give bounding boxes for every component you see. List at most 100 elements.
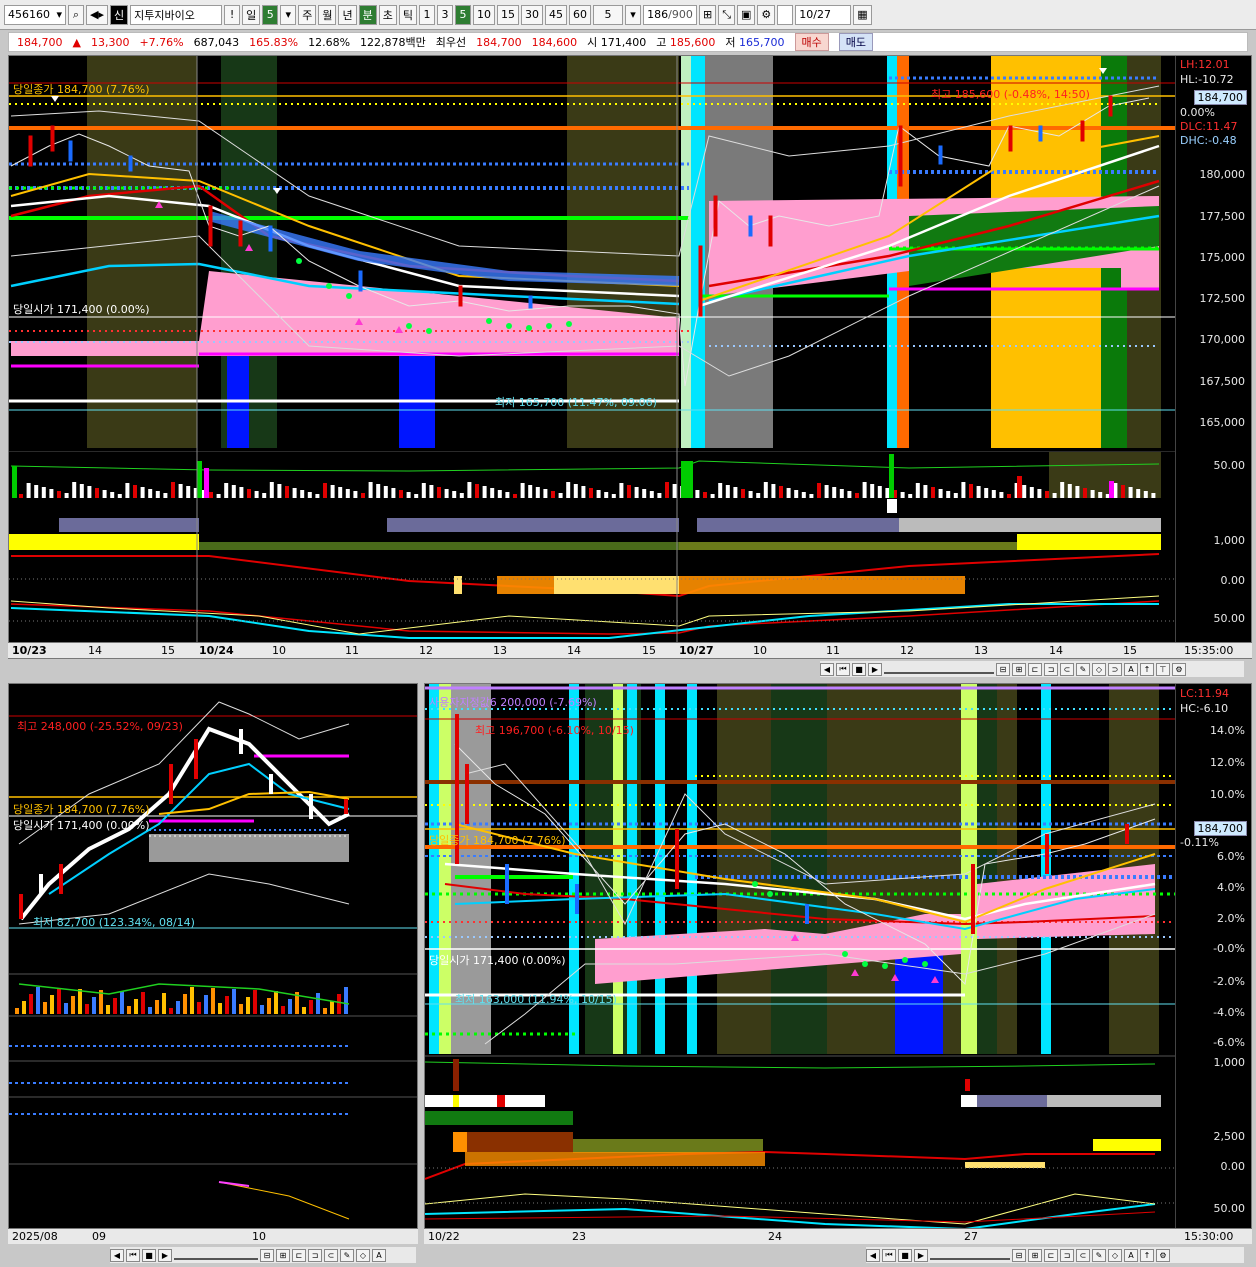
- stop-icon[interactable]: ■: [898, 1248, 912, 1262]
- bar-count-field[interactable]: 186/900: [642, 4, 697, 25]
- period-week-button[interactable]: 주: [298, 4, 317, 25]
- zoom-in-icon[interactable]: ⊞: [1028, 1248, 1042, 1262]
- top-chart-pane[interactable]: 당일종가 184,700 (7.76%) 당일시가 171,400 (0.00%…: [8, 55, 1252, 659]
- stop-icon[interactable]: ■: [852, 662, 866, 676]
- next-icon[interactable]: ▶: [868, 662, 882, 676]
- zoom-out-icon[interactable]: ⊟: [1012, 1248, 1026, 1262]
- first-icon[interactable]: ⏮: [126, 1248, 140, 1262]
- up-icon[interactable]: ↑: [1140, 662, 1154, 676]
- period-second-button[interactable]: 초: [378, 4, 397, 25]
- up-icon[interactable]: ↑: [1140, 1248, 1154, 1262]
- paint-icon[interactable]: ✎: [1076, 662, 1090, 676]
- zoom-slider[interactable]: [174, 1250, 258, 1260]
- zoom-in-icon[interactable]: ⊞: [1012, 662, 1026, 676]
- settings-icon[interactable]: ⚙: [1156, 1248, 1170, 1262]
- volume-bar: [267, 998, 271, 1014]
- interval-10-button[interactable]: 10: [472, 4, 495, 25]
- crosshair-icon[interactable]: ⤡: [718, 4, 736, 25]
- volume-bar: [34, 485, 39, 498]
- chevron-down-icon[interactable]: ▾: [280, 4, 297, 25]
- stock-code-input[interactable]: 456160 ▾: [4, 4, 66, 25]
- shape-icon[interactable]: ◇: [356, 1248, 370, 1262]
- fib-icon[interactable]: ⊂: [1060, 662, 1074, 676]
- volume-bar: [120, 991, 124, 1014]
- volume-bar: [57, 491, 61, 498]
- volume-bar: [482, 486, 487, 498]
- line-icon[interactable]: ⊐: [1060, 1248, 1074, 1262]
- next-icon[interactable]: ▶: [158, 1248, 172, 1262]
- prev-icon[interactable]: ◀: [866, 1248, 880, 1262]
- date-checkbox[interactable]: [777, 4, 794, 25]
- interval-30-button[interactable]: 30: [520, 4, 543, 25]
- volume-bar: [26, 483, 31, 498]
- draw-icon[interactable]: ⊏: [1028, 662, 1042, 676]
- first-icon[interactable]: ⏮: [882, 1248, 896, 1262]
- period-year-button[interactable]: 년: [338, 4, 357, 25]
- stop-icon[interactable]: ■: [142, 1248, 156, 1262]
- zoom-slider[interactable]: [930, 1250, 1010, 1260]
- line-icon[interactable]: ⊐: [1044, 662, 1058, 676]
- day-count-button[interactable]: 5: [262, 4, 279, 25]
- interval-15-button[interactable]: 15: [496, 4, 519, 25]
- sell-button[interactable]: 매도: [838, 33, 874, 51]
- prev-icon[interactable]: ◀: [820, 662, 834, 676]
- period-day-button[interactable]: 일: [242, 4, 261, 25]
- text-icon[interactable]: A: [372, 1248, 386, 1262]
- period-minute-button[interactable]: 분: [358, 4, 377, 25]
- interval-select[interactable]: 5: [592, 4, 623, 25]
- zoom-in-icon[interactable]: ⊞: [276, 1248, 290, 1262]
- fib-icon[interactable]: ⊂: [324, 1248, 338, 1262]
- text-icon[interactable]: A: [1124, 1248, 1138, 1262]
- interval-5-button[interactable]: 5: [454, 4, 471, 25]
- line-icon[interactable]: ⊐: [308, 1248, 322, 1262]
- paint-icon[interactable]: ✎: [1092, 1248, 1106, 1262]
- zoom-slider[interactable]: [884, 664, 994, 674]
- save-icon[interactable]: ▣: [737, 4, 756, 25]
- draw-icon[interactable]: ⊏: [292, 1248, 306, 1262]
- zoom-out-icon[interactable]: ⊟: [260, 1248, 274, 1262]
- bl-open-label: 당일시가 171,400 (0.00%): [13, 819, 150, 832]
- draw-icon[interactable]: ⊏: [1044, 1248, 1058, 1262]
- tool-icon[interactable]: ⊤: [1156, 662, 1170, 676]
- volume-bar: [209, 492, 213, 498]
- stock-name-field[interactable]: 지투지바이오: [130, 4, 223, 25]
- settings-icon[interactable]: ⚙: [1172, 662, 1186, 676]
- volume-ratio: 165.83%: [249, 35, 299, 49]
- grid-icon[interactable]: ⊞: [698, 4, 717, 25]
- br-nav-controls: ◀ ⏮ ■ ▶ ⊟ ⊞ ⊏ ⊐ ⊂ ✎ ◇ A ↑ ⚙: [866, 1247, 1244, 1263]
- fib-icon[interactable]: ⊂: [1076, 1248, 1090, 1262]
- gear-icon[interactable]: ⚙: [757, 4, 776, 25]
- interval-3-button[interactable]: 3: [436, 4, 453, 25]
- chevron-down-icon[interactable]: ▾: [624, 4, 641, 25]
- next-icon[interactable]: ▶: [914, 1248, 928, 1262]
- shape-icon[interactable]: ◇: [1092, 662, 1106, 676]
- buy-button[interactable]: 매수: [794, 33, 829, 51]
- date-field[interactable]: 10/27: [795, 4, 852, 25]
- speaker-icon[interactable]: ◀▸: [86, 4, 108, 25]
- volume-bar: [725, 485, 730, 498]
- interval-1-button[interactable]: 1: [418, 4, 435, 25]
- first-icon[interactable]: ⏮: [836, 662, 850, 676]
- text-icon[interactable]: A: [1124, 662, 1138, 676]
- interval-60-button[interactable]: 60: [568, 4, 591, 25]
- y-tick: 170,000: [1199, 333, 1246, 346]
- period-month-button[interactable]: 월: [318, 4, 337, 25]
- interval-45-button[interactable]: 45: [544, 4, 567, 25]
- volume-bar: [421, 483, 426, 498]
- y-tick: 177,500: [1199, 210, 1246, 223]
- calendar-icon[interactable]: ▦: [853, 4, 872, 25]
- dlc-label: DLC:11.47: [1180, 120, 1238, 133]
- volume-bar: [247, 489, 251, 498]
- shape-icon[interactable]: ◇: [1108, 1248, 1122, 1262]
- search-icon[interactable]: ⌕: [68, 4, 84, 25]
- alert-button[interactable]: !: [224, 4, 241, 25]
- zoom-out-icon[interactable]: ⊟: [996, 662, 1010, 676]
- volume-bar: [414, 494, 419, 498]
- paint-icon[interactable]: ✎: [340, 1248, 354, 1262]
- period-tick-button[interactable]: 틱: [398, 4, 417, 25]
- shape2-icon[interactable]: ⊃: [1108, 662, 1122, 676]
- prev-icon[interactable]: ◀: [110, 1248, 124, 1262]
- bottom-right-chart-pane[interactable]: 사용자지정값6 200,000 (-7.69%) 최고 196,700 (-6.…: [424, 683, 1252, 1229]
- br-open-label: 당일시가 171,400 (0.00%): [429, 954, 566, 967]
- bottom-left-chart-pane[interactable]: 최고 248,000 (-25.52%, 09/23) 당일종가 184,700…: [8, 683, 418, 1229]
